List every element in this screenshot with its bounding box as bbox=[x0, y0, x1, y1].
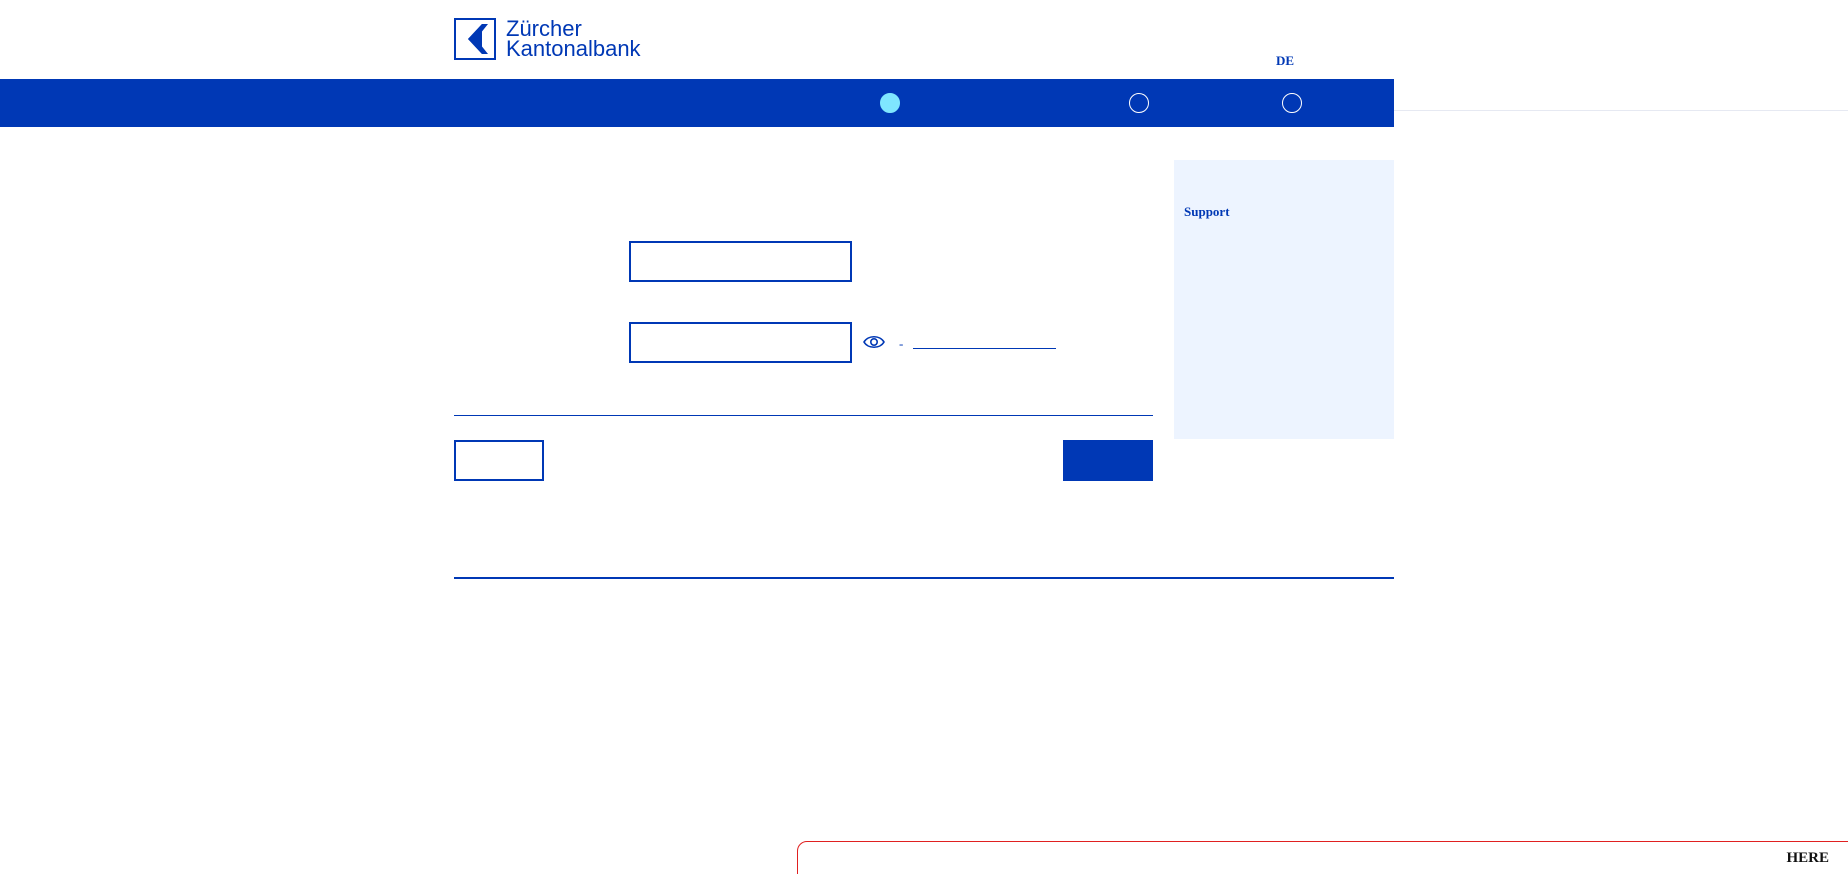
submit-button[interactable] bbox=[1063, 440, 1153, 481]
logo-wordmark: Zürcher Kantonalbank bbox=[506, 18, 641, 61]
progress-step-1-icon bbox=[880, 93, 900, 113]
login-page: Zürcher Kantonalbank DE - Support HERE bbox=[0, 0, 1848, 874]
progress-step-3-icon bbox=[1282, 93, 1302, 113]
zkb-logo-mark-icon bbox=[454, 18, 496, 60]
zkb-logo[interactable]: Zürcher Kantonalbank bbox=[454, 16, 650, 62]
progress-bar bbox=[0, 79, 1394, 127]
password-input[interactable] bbox=[629, 322, 852, 363]
language-selector[interactable]: DE bbox=[1276, 53, 1294, 69]
forgot-password-link[interactable] bbox=[913, 330, 1056, 349]
form-divider bbox=[454, 415, 1153, 416]
support-title: Support bbox=[1184, 204, 1230, 219]
progress-step-2-icon bbox=[1129, 93, 1149, 113]
content-bottom-divider bbox=[454, 577, 1394, 579]
support-panel: Support bbox=[1174, 160, 1394, 439]
header-divider bbox=[1394, 110, 1848, 111]
logo-line-2: Kantonalbank bbox=[506, 36, 641, 61]
banner-text: HERE bbox=[1786, 850, 1829, 866]
show-password-eye-icon[interactable] bbox=[862, 330, 886, 354]
username-input[interactable] bbox=[629, 241, 852, 282]
overlay-banner[interactable] bbox=[797, 841, 1848, 874]
link-separator: - bbox=[899, 336, 904, 351]
back-button[interactable] bbox=[454, 440, 544, 481]
